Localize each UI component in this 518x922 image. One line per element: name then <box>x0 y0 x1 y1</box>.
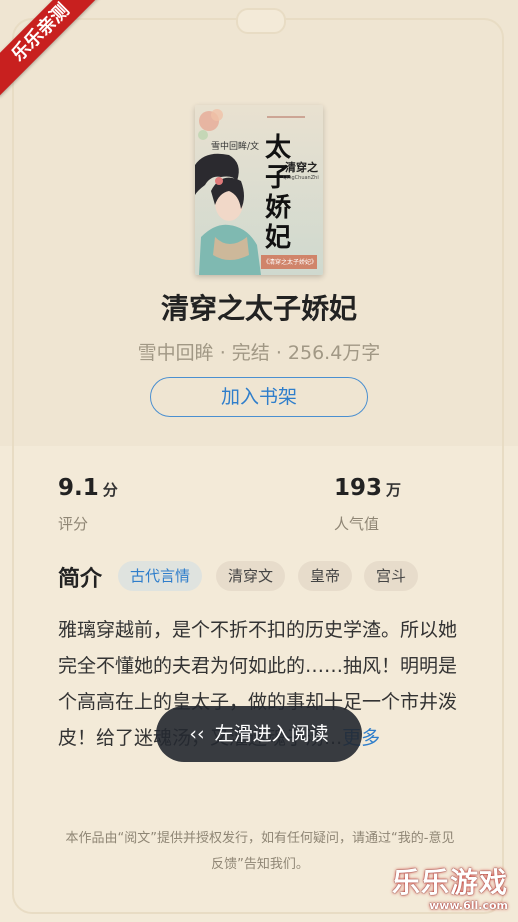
rating-label: 评分 <box>58 515 89 533</box>
book-title: 清穿之太子娇妃 <box>160 292 357 325</box>
tag-qing-transmigration[interactable]: 清穿文 <box>216 561 286 591</box>
rating-stat: 9.1 分 评分 <box>58 475 118 534</box>
book-cover[interactable]: 雪中回眸/文 清穿之 太子娇妃 QingChuanZhi 《清穿之太子娇妃》 <box>195 105 323 275</box>
frame-notch-icon <box>236 8 286 34</box>
cover-author-label: 雪中回眸/文 <box>211 142 260 152</box>
cover-footer-text: 《清穿之太子娇妃》 <box>263 259 318 266</box>
tag-emperor[interactable]: 皇帝 <box>298 561 353 591</box>
rating-value: 9.1 <box>58 475 99 501</box>
watermark-main: 乐乐游戏 <box>391 866 508 899</box>
popularity-value: 193 <box>334 475 383 501</box>
popularity-label: 人气值 <box>334 515 380 533</box>
popularity-unit: 万 <box>386 481 402 499</box>
double-chevron-left-icon: ‹‹ <box>189 723 205 745</box>
cover-illustration <box>195 105 323 275</box>
popularity-stat: 193 万 人气值 <box>334 475 401 534</box>
rating-unit: 分 <box>102 481 118 499</box>
add-to-shelf-button[interactable]: 加入书架 <box>150 377 368 417</box>
cover-title: 太子娇妃 <box>265 133 292 253</box>
toast-label: 左滑进入阅读 <box>214 723 329 745</box>
tag-ancient-romance[interactable]: 古代言情 <box>118 561 203 591</box>
swipe-to-read-toast: ‹‹ 左滑进入阅读 <box>156 706 362 762</box>
intro-heading: 简介 <box>58 567 103 592</box>
watermark-logo: 乐乐游戏 www.6ll.com <box>392 861 508 912</box>
book-meta: 雪中回眸 · 完结 · 256.4万字 <box>137 342 381 364</box>
cover-pinyin: QingChuanZhi <box>283 175 319 181</box>
tag-palace-intrigue[interactable]: 宫斗 <box>364 561 419 591</box>
